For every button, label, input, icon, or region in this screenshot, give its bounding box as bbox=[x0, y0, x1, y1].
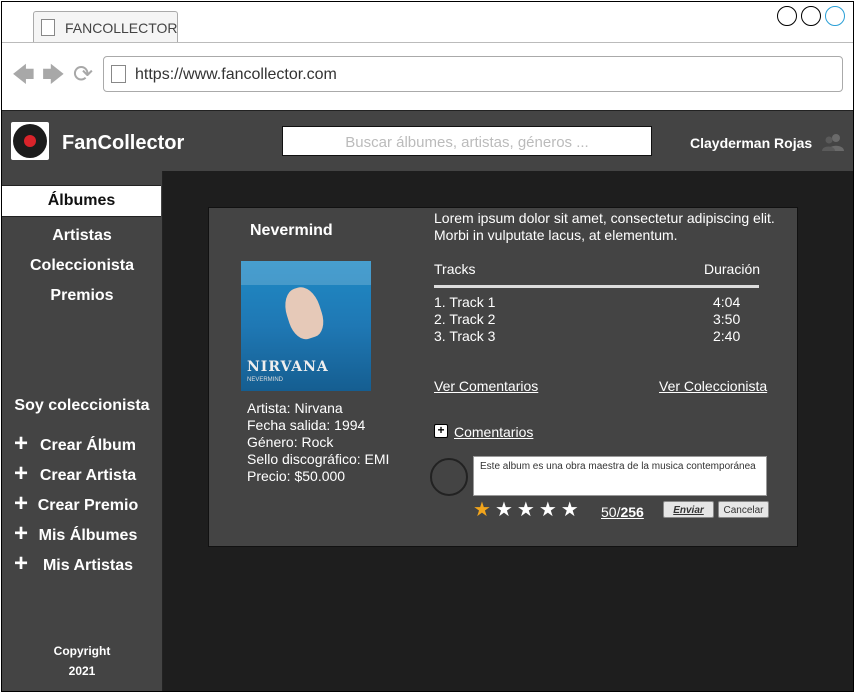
track-name: 2. Track 2 bbox=[434, 311, 496, 327]
browser-tab[interactable]: FANCOLLECTOR bbox=[33, 11, 178, 42]
star-icon[interactable]: ★ bbox=[473, 500, 491, 520]
users-icon[interactable] bbox=[822, 133, 844, 151]
avatar bbox=[430, 458, 468, 496]
duration-header: Duración bbox=[704, 261, 761, 277]
tab-title: FANCOLLECTOR bbox=[65, 20, 178, 36]
forward-arrow-icon[interactable]: 🡆 bbox=[42, 64, 65, 86]
vinyl-logo-icon[interactable] bbox=[11, 122, 49, 160]
cancel-button[interactable]: Cancelar bbox=[718, 501, 769, 518]
user-name[interactable]: Clayderman Rojas bbox=[690, 135, 812, 151]
search-input[interactable]: Buscar álbumes, artistas, géneros ... bbox=[282, 126, 652, 156]
star-icon[interactable]: ★ bbox=[539, 500, 557, 520]
sidebar-item-artistas[interactable]: Artistas bbox=[2, 227, 162, 245]
tracks-header: Tracks bbox=[434, 261, 476, 277]
tab-bar: FANCOLLECTOR bbox=[2, 2, 853, 43]
album-cover-image: NIRVANA NEVERMIND bbox=[241, 261, 371, 391]
create-album-button[interactable]: + Crear Álbum bbox=[14, 432, 162, 457]
page-icon bbox=[41, 19, 55, 36]
star-icon[interactable]: ★ bbox=[561, 500, 579, 520]
track-name: 1. Track 1 bbox=[434, 294, 496, 310]
cover-band-name: NIRVANA bbox=[247, 359, 329, 375]
album-artist: Artista: Nirvana bbox=[247, 400, 343, 416]
sidebar-item-label: Álbumes bbox=[47, 192, 116, 209]
minimize-button[interactable] bbox=[777, 6, 797, 26]
sidebar-section-title: Soy coleccionista bbox=[14, 397, 150, 414]
star-icon[interactable]: ★ bbox=[495, 500, 513, 520]
action-label: Crear Artista bbox=[39, 467, 137, 484]
star-rating[interactable]: ★ ★ ★ ★ ★ bbox=[473, 500, 583, 520]
action-label: Mis Álbumes bbox=[38, 527, 138, 544]
create-artist-button[interactable]: + Crear Artista bbox=[14, 462, 162, 487]
app-header: FanCollector Buscar álbumes, artistas, g… bbox=[2, 110, 853, 172]
album-meta: Artista: Nirvana Fecha salida: 1994 Géne… bbox=[247, 400, 389, 485]
album-price: Precio: $50.000 bbox=[247, 468, 346, 484]
rating-current: 50 bbox=[601, 504, 617, 520]
sidebar-item-albumes[interactable]: Álbumes bbox=[2, 185, 161, 217]
my-albums-button[interactable]: + Mis Álbumes bbox=[14, 522, 162, 547]
search-placeholder: Buscar álbumes, artistas, géneros ... bbox=[345, 134, 589, 151]
track-duration: 2:40 bbox=[713, 328, 741, 344]
comment-textarea[interactable]: Este album es una obra maestra de la mus… bbox=[473, 456, 767, 496]
browser-window: FANCOLLECTOR 🡄 🡆 ⟳ https://www.fancollec… bbox=[1, 1, 854, 692]
action-label: Crear Premio bbox=[37, 497, 139, 514]
action-label: Mis Artistas bbox=[42, 557, 134, 574]
main-content: Nevermind NIRVANA NEVERMIND Artista: Nir… bbox=[163, 171, 853, 691]
url-text: https://www.fancollector.com bbox=[135, 66, 337, 83]
track-duration: 3:50 bbox=[713, 311, 741, 327]
album-detail-card: Nevermind NIRVANA NEVERMIND Artista: Nir… bbox=[208, 207, 798, 547]
create-award-button[interactable]: + Crear Premio bbox=[14, 492, 162, 517]
back-arrow-icon[interactable]: 🡄 bbox=[12, 64, 35, 86]
maximize-button[interactable] bbox=[801, 6, 821, 26]
sidebar: Álbumes Artistas Coleccionista Premios S… bbox=[2, 171, 163, 691]
url-field[interactable]: https://www.fancollector.com bbox=[103, 56, 843, 92]
comments-link[interactable]: Comentarios bbox=[454, 424, 533, 440]
brand-name[interactable]: FanCollector bbox=[62, 132, 184, 155]
sidebar-item-coleccionista[interactable]: Coleccionista bbox=[2, 257, 162, 275]
action-label: Crear Álbum bbox=[39, 437, 137, 454]
rating-total: 256 bbox=[620, 504, 644, 520]
copyright-line: Copyright bbox=[53, 644, 111, 658]
rating-count[interactable]: 50/256 bbox=[601, 504, 644, 520]
close-button[interactable] bbox=[825, 6, 845, 26]
star-icon[interactable]: ★ bbox=[517, 500, 535, 520]
cover-album-name: NEVERMIND bbox=[247, 377, 284, 383]
album-label: Sello discográfico: EMI bbox=[247, 451, 390, 467]
track-duration: 4:04 bbox=[713, 294, 741, 310]
reload-icon[interactable]: ⟳ bbox=[73, 63, 93, 87]
album-description: Lorem ipsum dolor sit amet, consectetur … bbox=[434, 210, 775, 243]
album-release: Fecha salida: 1994 bbox=[247, 417, 366, 433]
view-collector-link[interactable]: Ver Coleccionista bbox=[659, 378, 767, 394]
album-genre: Género: Rock bbox=[247, 434, 334, 450]
expand-comments-icon[interactable]: + bbox=[434, 424, 448, 438]
view-comments-link[interactable]: Ver Comentarios bbox=[434, 378, 538, 394]
copyright: Copyright 2021 bbox=[2, 641, 162, 681]
sidebar-item-premios[interactable]: Premios bbox=[2, 287, 162, 305]
my-artists-button[interactable]: + Mis Artistas bbox=[14, 552, 162, 577]
page-icon bbox=[111, 65, 126, 83]
tracks-divider bbox=[434, 285, 759, 288]
address-bar-row: 🡄 🡆 ⟳ https://www.fancollector.com bbox=[2, 43, 853, 110]
send-button[interactable]: Enviar bbox=[663, 501, 714, 518]
track-name: 3. Track 3 bbox=[434, 328, 496, 344]
copyright-year: 2021 bbox=[68, 664, 96, 678]
album-title: Nevermind bbox=[250, 222, 333, 239]
